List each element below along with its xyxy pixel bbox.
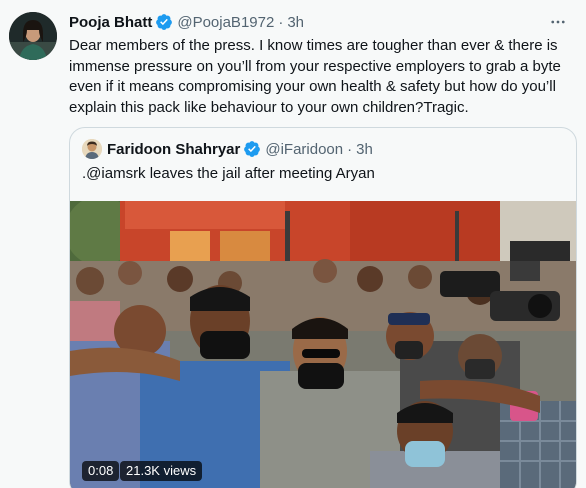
more-options-icon	[551, 20, 565, 24]
quoted-author-name[interactable]: Faridoon Shahryar	[107, 141, 240, 158]
quoted-timestamp[interactable]: 3h	[356, 141, 373, 158]
video-views: 21.3K views	[120, 461, 203, 481]
tweet-header: Pooja Bhatt @PoojaB1972 · 3h	[69, 12, 304, 32]
video-player[interactable]: 0:08 21.3K views	[70, 201, 576, 488]
avatar-image	[9, 12, 57, 60]
quoted-tweet-header: Faridoon Shahryar @iFaridoon · 3h	[82, 139, 373, 159]
separator: ·	[347, 140, 353, 158]
more-options-button[interactable]	[548, 12, 568, 32]
quoted-avatar	[82, 139, 102, 159]
author-handle[interactable]: @PoojaB1972	[177, 14, 274, 31]
quoted-author-handle[interactable]: @iFaridoon	[265, 141, 343, 158]
tweet-text: Dear members of the press. I know times …	[69, 37, 561, 116]
separator: ·	[278, 13, 284, 31]
video-duration: 0:08	[82, 461, 120, 481]
verified-badge-icon	[156, 14, 173, 30]
avatar[interactable]	[9, 12, 57, 60]
quoted-avatar-image	[82, 139, 102, 159]
timestamp[interactable]: 3h	[287, 14, 304, 31]
quoted-tweet[interactable]: Faridoon Shahryar @iFaridoon · 3h .@iams…	[69, 127, 577, 488]
verified-badge-icon	[244, 141, 261, 157]
quoted-tweet-text: .@iamsrk leaves the jail after meeting A…	[82, 165, 375, 182]
author-name[interactable]: Pooja Bhatt	[69, 14, 152, 31]
video-frame	[70, 201, 576, 488]
tweet[interactable]: Pooja Bhatt @PoojaB1972 · 3h Dear member…	[0, 0, 586, 488]
